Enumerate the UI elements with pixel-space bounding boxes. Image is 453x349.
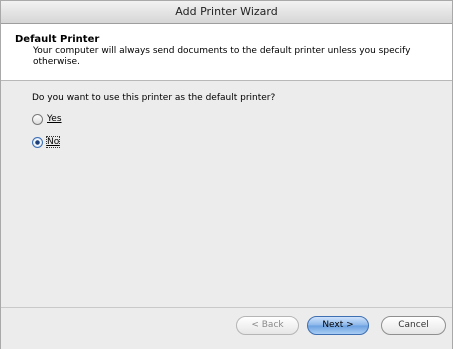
next-button[interactable]: Next > bbox=[307, 316, 369, 335]
cancel-button[interactable]: Cancel bbox=[381, 316, 446, 335]
title-bar[interactable]: Add Printer Wizard bbox=[1, 1, 452, 24]
wizard-window: Add Printer Wizard Default Printer Your … bbox=[0, 0, 453, 349]
radio-no[interactable] bbox=[32, 136, 43, 148]
page-title: Default Printer bbox=[15, 34, 100, 45]
wizard-body: Do you want to use this printer as the d… bbox=[1, 81, 452, 308]
radio-yes[interactable] bbox=[32, 113, 43, 125]
window-title: Add Printer Wizard bbox=[175, 5, 278, 18]
radio-option-no[interactable]: No bbox=[32, 135, 452, 149]
wizard-footer: < Back Next > Cancel bbox=[1, 308, 452, 349]
radio-yes-label[interactable]: Yes bbox=[47, 114, 62, 124]
default-printer-question: Do you want to use this printer as the d… bbox=[32, 93, 276, 103]
page-description: Your computer will always send documents… bbox=[33, 46, 411, 67]
radio-option-yes[interactable]: Yes bbox=[32, 112, 452, 126]
back-button[interactable]: < Back bbox=[236, 316, 299, 335]
radio-no-label[interactable]: No bbox=[45, 136, 61, 148]
wizard-header: Default Printer Your computer will alway… bbox=[1, 24, 452, 81]
